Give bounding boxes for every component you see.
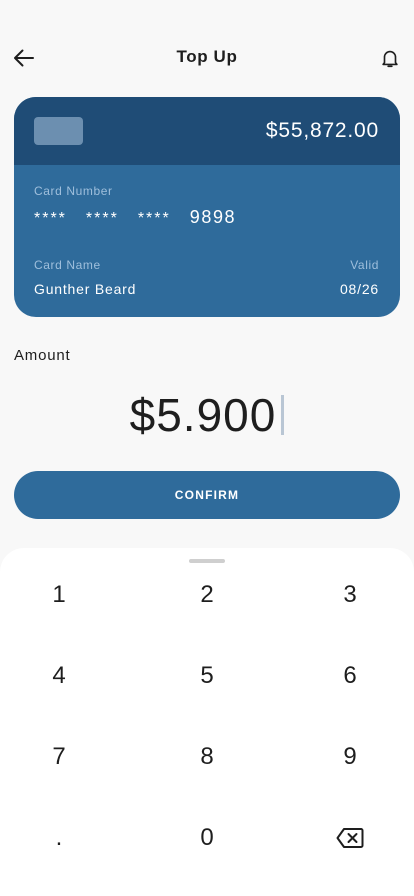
- key-7[interactable]: 7: [19, 727, 99, 787]
- key-0[interactable]: 0: [167, 808, 247, 868]
- payment-card[interactable]: $55,872.00 Card Number **** **** **** 98…: [14, 97, 400, 317]
- sheet-handle[interactable]: [189, 559, 225, 563]
- key-9[interactable]: 9: [310, 727, 390, 787]
- key-decimal[interactable]: .: [19, 808, 99, 868]
- numeric-keypad: 1 2 3 4 5 6 7 8 9 . 0: [0, 548, 414, 896]
- key-1[interactable]: 1: [19, 565, 99, 625]
- notification-button[interactable]: [374, 42, 406, 74]
- card-header: $55,872.00: [14, 97, 400, 165]
- key-2[interactable]: 2: [167, 565, 247, 625]
- card-chip: [34, 117, 83, 145]
- card-number-last4: 9898: [189, 207, 237, 227]
- key-8[interactable]: 8: [167, 727, 247, 787]
- text-caret: [281, 395, 285, 435]
- top-up-screen: Top Up $55,872.00 Card Number **** **** …: [0, 0, 414, 896]
- amount-input[interactable]: $5.900: [0, 385, 414, 445]
- key-3[interactable]: 3: [310, 565, 390, 625]
- card-valid-date: 08/26: [339, 281, 379, 297]
- card-balance: $55,872.00: [265, 119, 379, 142]
- card-number-group: ****: [34, 210, 67, 227]
- card-number-label: Card Number: [34, 184, 113, 198]
- confirm-button[interactable]: CONFIRM: [14, 471, 400, 519]
- card-holder-name: Gunther Beard: [34, 281, 137, 297]
- card-number-group: ****: [85, 210, 119, 227]
- card-valid-label: Valid: [350, 258, 379, 272]
- bell-icon: [382, 50, 398, 68]
- key-5[interactable]: 5: [167, 646, 247, 706]
- amount-value: $5.900: [129, 389, 277, 441]
- page-title: Top Up: [176, 47, 238, 66]
- key-4[interactable]: 4: [19, 646, 99, 706]
- card-number-group: ****: [137, 210, 171, 227]
- backspace-button[interactable]: [310, 808, 390, 868]
- amount-label: Amount: [14, 347, 71, 364]
- key-6[interactable]: 6: [310, 646, 390, 706]
- card-name-label: Card Name: [34, 258, 101, 272]
- header: Top Up: [0, 36, 414, 80]
- card-number: **** **** **** 9898: [34, 207, 236, 228]
- backspace-icon: [336, 828, 364, 848]
